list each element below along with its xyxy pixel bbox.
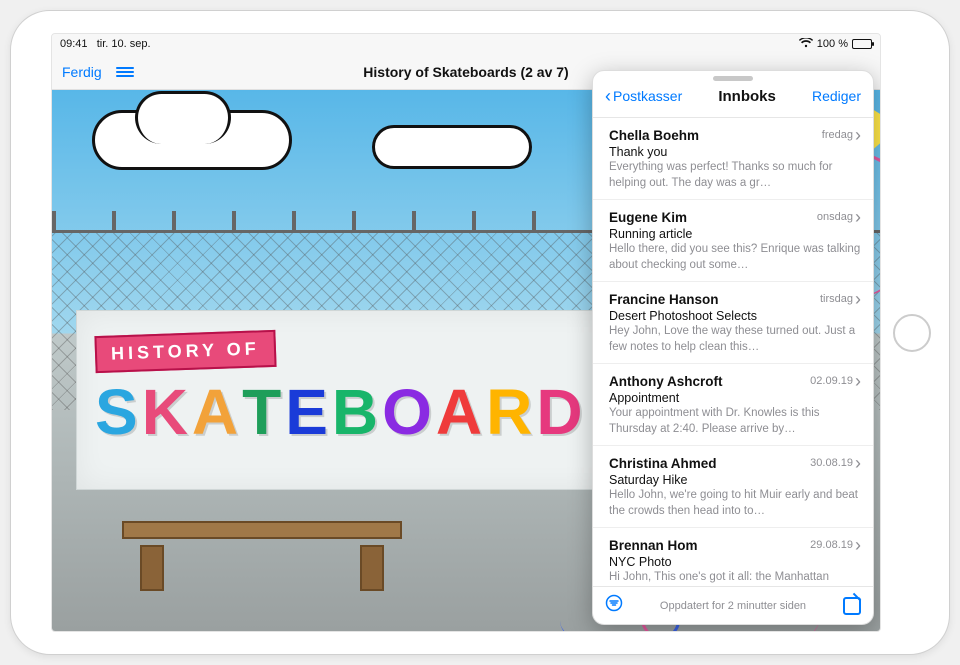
home-button[interactable]	[893, 314, 931, 352]
mail-date: 02.09.19›	[810, 372, 861, 390]
mail-item[interactable]: Anthony Ashcroft 02.09.19›AppointmentYour…	[593, 364, 873, 446]
mail-sender: Brennan Hom	[609, 538, 698, 553]
mail-sender: Chella Boehm	[609, 128, 699, 143]
ipad-device: 09:41 tir. 10. sep. 100 % Ferdig History…	[10, 10, 950, 655]
mail-subject: Saturday Hike	[609, 473, 861, 487]
screen: 09:41 tir. 10. sep. 100 % Ferdig History…	[51, 33, 881, 632]
banner-letter: S	[95, 380, 138, 444]
back-button[interactable]: ‹ Postkasser	[605, 87, 682, 105]
banner-letter: A	[192, 380, 238, 444]
banner-letter: T	[242, 380, 281, 444]
mail-date: 29.08.19›	[810, 536, 861, 554]
status-date: tir. 10. sep.	[97, 38, 151, 50]
cloud-illustration	[92, 110, 292, 170]
status-left: 09:41 tir. 10. sep.	[60, 38, 151, 50]
banner-letter: B	[332, 380, 378, 444]
chevron-right-icon: ›	[855, 454, 861, 472]
chevron-right-icon: ›	[855, 372, 861, 390]
mail-preview: Your appointment with Dr. Knowles is thi…	[609, 406, 861, 437]
mail-slideover[interactable]: ‹ Postkasser Innboks Rediger Chella Boeh…	[592, 70, 874, 625]
cloud-illustration	[372, 125, 532, 169]
status-right: 100 %	[799, 38, 872, 51]
mail-subject: Appointment	[609, 391, 861, 405]
mail-list[interactable]: Chella Boehm fredag›Thank youEverything w…	[593, 118, 873, 586]
mail-item[interactable]: Francine Hanson tirsdag›Desert Photoshoot…	[593, 282, 873, 364]
mail-item[interactable]: Eugene Kim onsdag›Running articleHello th…	[593, 200, 873, 282]
back-label: Postkasser	[613, 88, 682, 104]
mailbox-title: Innboks	[718, 88, 776, 105]
toc-icon[interactable]	[116, 65, 134, 79]
mail-date: 30.08.19›	[810, 454, 861, 472]
banner-letter: A	[436, 380, 482, 444]
edit-button[interactable]: Rediger	[812, 88, 861, 104]
banner-letter: O	[382, 380, 432, 444]
mail-date: tirsdag›	[820, 290, 861, 308]
chevron-right-icon: ›	[855, 536, 861, 554]
mail-sender: Francine Hanson	[609, 292, 719, 307]
mail-item[interactable]: Christina Ahmed 30.08.19›Saturday HikeHel…	[593, 446, 873, 528]
mail-sender: Eugene Kim	[609, 210, 687, 225]
done-button[interactable]: Ferdig	[62, 64, 102, 80]
mail-preview: Hi John, This one's got it all: the Manh…	[609, 570, 861, 586]
mail-preview: Hello John, we're going to hit Muir earl…	[609, 488, 861, 519]
chevron-right-icon: ›	[855, 208, 861, 226]
mail-footer: Oppdatert for 2 minutter siden	[593, 586, 873, 624]
status-time: 09:41	[60, 38, 88, 50]
mail-preview: Everything was perfect! Thanks so much f…	[609, 160, 861, 191]
banner-letter: K	[142, 380, 188, 444]
filter-icon[interactable]	[605, 594, 623, 617]
updated-label: Oppdatert for 2 minutter siden	[660, 600, 806, 612]
mail-subject: Desert Photoshoot Selects	[609, 309, 861, 323]
mail-date: fredag›	[822, 126, 861, 144]
mail-date: onsdag›	[817, 208, 861, 226]
status-bar: 09:41 tir. 10. sep. 100 %	[52, 34, 880, 54]
battery-icon	[852, 39, 872, 49]
mail-subject: NYC Photo	[609, 555, 861, 569]
mail-preview: Hello there, did you see this? Enrique w…	[609, 242, 861, 273]
banner-letter: R	[486, 380, 532, 444]
battery-pct: 100 %	[817, 38, 848, 50]
bench-illustration	[122, 521, 402, 591]
chevron-left-icon: ‹	[605, 87, 611, 105]
mail-preview: Hey John, Love the way these turned out.…	[609, 324, 861, 355]
mail-subject: Running article	[609, 227, 861, 241]
mail-header: ‹ Postkasser Innboks Rediger	[593, 81, 873, 118]
chevron-right-icon: ›	[855, 290, 861, 308]
wifi-icon	[799, 38, 813, 51]
mail-sender: Anthony Ashcroft	[609, 374, 723, 389]
compose-button[interactable]	[843, 597, 861, 615]
mail-subject: Thank you	[609, 145, 861, 159]
banner-letter: E	[285, 380, 328, 444]
mail-item[interactable]: Chella Boehm fredag›Thank youEverything w…	[593, 118, 873, 200]
mail-sender: Christina Ahmed	[609, 456, 717, 471]
mail-item[interactable]: Brennan Hom 29.08.19›NYC PhotoHi John, Th…	[593, 528, 873, 586]
banner-tag: HISTORY OF	[94, 330, 276, 373]
chevron-right-icon: ›	[855, 126, 861, 144]
banner-letter: D	[536, 380, 582, 444]
